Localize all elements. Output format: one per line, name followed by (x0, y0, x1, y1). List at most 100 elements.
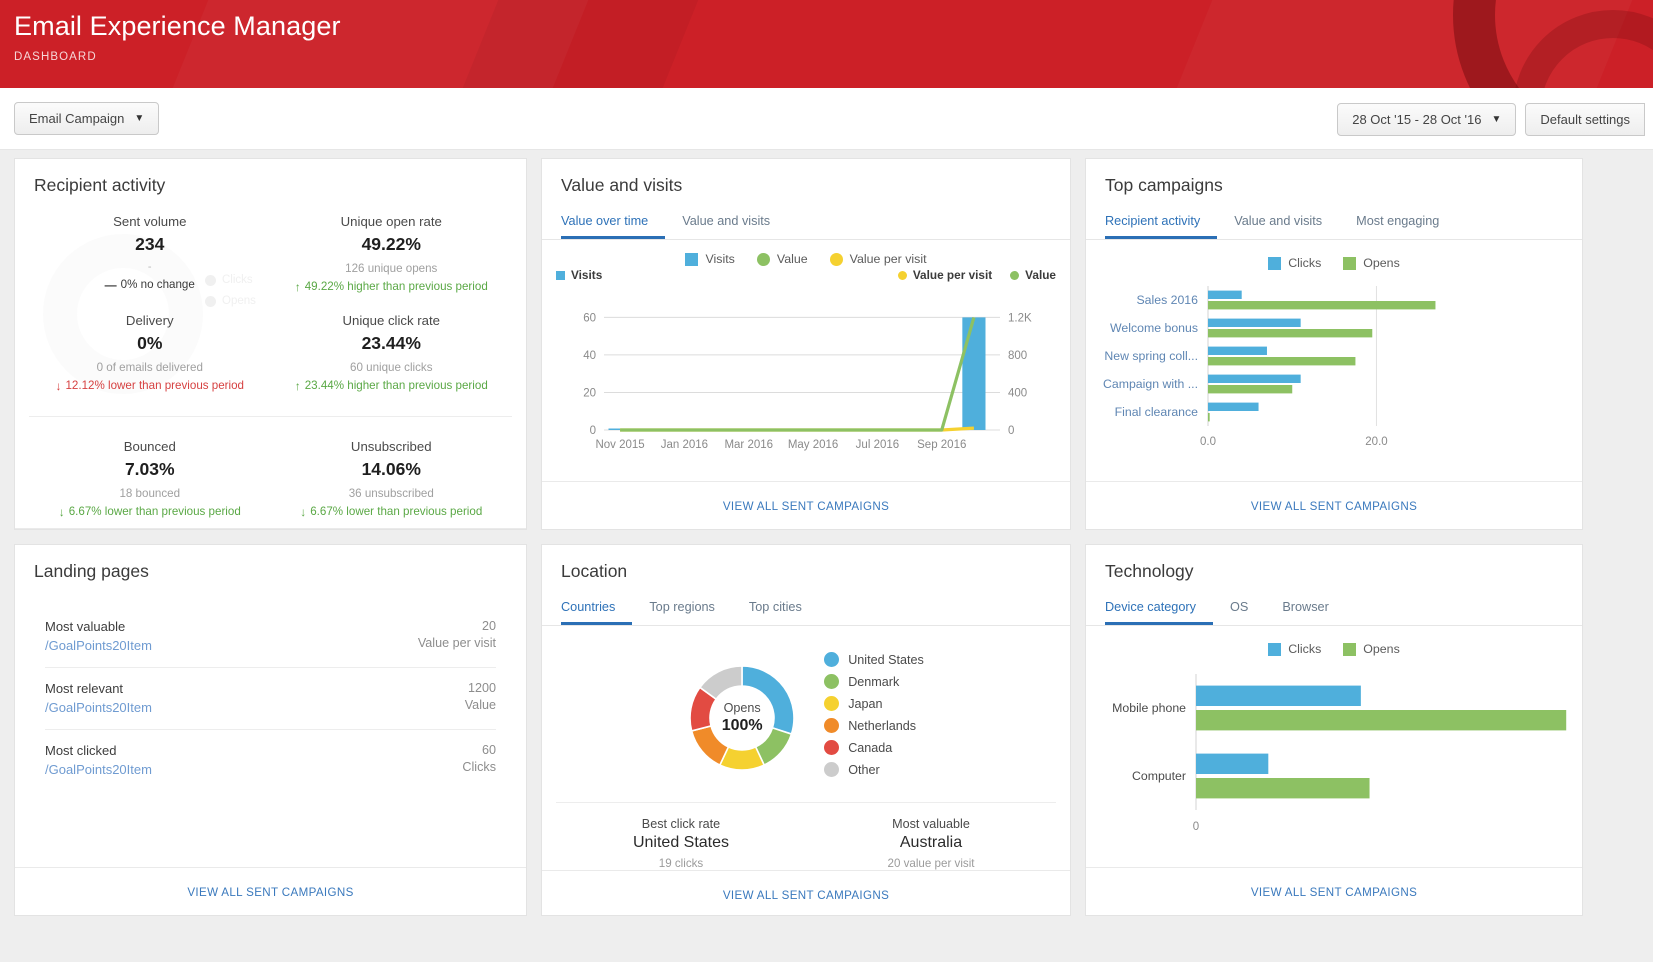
view-all-sent-campaigns-link[interactable]: VIEW ALL SENT CAMPAIGNS (723, 500, 889, 513)
tab-device-category[interactable]: Device category (1105, 595, 1213, 625)
tab-top-regions[interactable]: Top regions (649, 595, 732, 625)
metric-delta-label: 0% no change (120, 278, 195, 291)
legend-item-value-per-visit[interactable]: Value per visit (829, 252, 927, 266)
metric-sub: 18 bounced (119, 487, 181, 500)
tab-most-engaging[interactable]: Most engaging (1356, 209, 1456, 239)
metric-delta-label: 49.22% higher than previous period (304, 280, 488, 293)
card-location: Location Countries Top regions Top citie… (541, 544, 1071, 916)
legend-label: Netherlands (848, 718, 917, 733)
legend-item-value-per-visit-axis: Value per visit (897, 268, 993, 282)
metric-sub: 126 unique opens (345, 262, 438, 275)
list-item-unit: Value (464, 698, 496, 712)
svg-text:0: 0 (590, 425, 596, 437)
tab-os[interactable]: OS (1230, 595, 1265, 625)
legend-label: Other (848, 762, 880, 777)
stat-most-valuable: Most valuable Australia 20 value per vis… (806, 817, 1056, 870)
tab-top-cities[interactable]: Top cities (749, 595, 819, 625)
legend-label: Opens (1363, 256, 1400, 270)
card-value-and-visits: Value and visits Value over time Value a… (541, 158, 1071, 530)
legend-item-visits[interactable]: Visits (685, 252, 735, 266)
metric-value: 49.22% (361, 234, 421, 254)
tab-recipient-activity[interactable]: Recipient activity (1105, 209, 1218, 239)
donut-chart[interactable]: Opens 100% (688, 664, 796, 772)
top-campaigns-chart[interactable]: 0.0 20.0 Sales 2016 Welcome bonus New spring… (1086, 270, 1582, 481)
legend-label: Visits (571, 268, 603, 282)
technology-chart[interactable]: 0 Mobile phone Computer (1086, 656, 1582, 867)
metric-value: 0% (137, 333, 163, 353)
campaign-selector-dropdown[interactable]: Email Campaign ▼ (14, 102, 160, 135)
card-footer: VIEW ALL SENT CAMPAIGNS (1086, 867, 1582, 915)
flat-arrow-icon: — (104, 277, 117, 292)
legend-item-canada[interactable]: Canada (824, 740, 924, 755)
legend-label: Value per visit (912, 268, 993, 282)
list-item-url-link[interactable]: /GoalPoints20Item (45, 762, 152, 777)
legend-label: Opens (1363, 642, 1400, 656)
location-donut-area: Opens 100% United States Denmark Japan N… (542, 626, 1070, 784)
legend-label: Value (776, 252, 808, 266)
legend-swatch-icon (824, 718, 840, 733)
location-stats: Best click rate United States 19 clicks … (556, 802, 1056, 870)
up-arrow-icon: ↑ (294, 378, 301, 393)
legend-label: Japan (848, 696, 883, 711)
legend-item-value[interactable]: Value (756, 252, 808, 266)
dashboard-grid: Clicks Opens Recipient activity Sent vol… (0, 150, 1653, 916)
legend-swatch-icon (824, 652, 840, 667)
card-title: Value and visits (561, 175, 683, 195)
list-item[interactable]: Most valuable /GoalPoints20Item 20 Value… (45, 606, 496, 668)
list-item[interactable]: Most clicked /GoalPoints20Item 60 Clicks (45, 730, 496, 791)
metrics-container: Sent volume 234 - — 0% no change Unique … (15, 196, 526, 528)
view-all-sent-campaigns-link[interactable]: VIEW ALL SENT CAMPAIGNS (187, 886, 353, 899)
list-item-value: 60 (481, 743, 496, 757)
svg-text:Nov 2015: Nov 2015 (595, 439, 644, 451)
default-settings-button[interactable]: Default settings (1525, 102, 1645, 136)
list-item[interactable]: Most relevant /GoalPoints20Item 1200 Val… (45, 668, 496, 730)
value-over-time-chart[interactable]: 0 20 40 60 0 400 800 1.2K Nov 2015 Jan 2016 Mar 20… (542, 282, 1070, 481)
legend-item-japan[interactable]: Japan (824, 696, 924, 711)
legend-item-other[interactable]: Other (824, 762, 924, 777)
list-item-main: Most clicked /GoalPoints20Item (45, 743, 152, 777)
list-item-main: Most valuable /GoalPoints20Item (45, 619, 152, 653)
svg-text:Sep 2016: Sep 2016 (917, 439, 966, 451)
svg-text:Mar 2016: Mar 2016 (724, 439, 773, 451)
card-footer: VIEW ALL SENT CAMPAIGNS (542, 481, 1070, 529)
legend-label: Denmark (848, 674, 900, 689)
legend-swatch-icon (1010, 270, 1020, 280)
list-item-metric: 1200 Value (465, 681, 496, 712)
date-range-dropdown[interactable]: 28 Oct '15 - 28 Oct '16 ▼ (1337, 102, 1517, 136)
view-all-sent-campaigns-link[interactable]: VIEW ALL SENT CAMPAIGNS (723, 889, 889, 902)
legend-swatch-icon (824, 740, 840, 755)
svg-text:Jan 2016: Jan 2016 (661, 439, 708, 451)
tab-value-over-time[interactable]: Value over time (561, 209, 666, 239)
list-item-url-link[interactable]: /GoalPoints20Item (45, 700, 152, 715)
metric-delivery: Delivery 0% 0 of emails delivered ↓ 12.1… (29, 305, 271, 402)
svg-text:Jul 2016: Jul 2016 (856, 439, 899, 451)
legend-item-netherlands[interactable]: Netherlands (824, 718, 924, 733)
metric-delta: — 0% no change (33, 278, 267, 291)
legend-item-opens[interactable]: Opens (1343, 642, 1400, 656)
metric-delta: ↓ 6.67% lower than previous period (33, 505, 267, 518)
view-all-sent-campaigns-link[interactable]: VIEW ALL SENT CAMPAIGNS (1251, 500, 1417, 513)
default-settings-label: Default settings (1540, 111, 1630, 127)
tab-countries[interactable]: Countries (561, 595, 633, 625)
metric-row: Delivery 0% 0 of emails delivered ↓ 12.1… (29, 305, 512, 402)
tab-browser[interactable]: Browser (1282, 595, 1346, 625)
app-title: Email Experience Manager (14, 11, 341, 41)
metric-label: Delivery (125, 313, 174, 328)
svg-text:400: 400 (1008, 387, 1027, 399)
metric-value: 14.06% (361, 459, 421, 479)
legend-item-clicks[interactable]: Clicks (1268, 256, 1321, 270)
tab-value-and-visits[interactable]: Value and visits (682, 209, 787, 239)
legend-item-clicks[interactable]: Clicks (1268, 642, 1321, 656)
chevron-down-icon: ▼ (1491, 113, 1502, 125)
list-item-url-link[interactable]: /GoalPoints20Item (45, 638, 152, 653)
view-all-sent-campaigns-link[interactable]: VIEW ALL SENT CAMPAIGNS (1251, 886, 1417, 899)
landing-pages-list: Most valuable /GoalPoints20Item 20 Value… (15, 582, 526, 791)
legend-item-united-states[interactable]: United States (824, 652, 924, 667)
card-title: Top campaigns (1105, 175, 1223, 195)
legend-item-denmark[interactable]: Denmark (824, 674, 924, 689)
tab-value-and-visits[interactable]: Value and visits (1234, 209, 1339, 239)
legend-item-opens[interactable]: Opens (1343, 256, 1400, 270)
legend-label: United States (848, 652, 924, 667)
legend-label: Value (1025, 268, 1056, 282)
list-item-value: 1200 (467, 681, 496, 695)
